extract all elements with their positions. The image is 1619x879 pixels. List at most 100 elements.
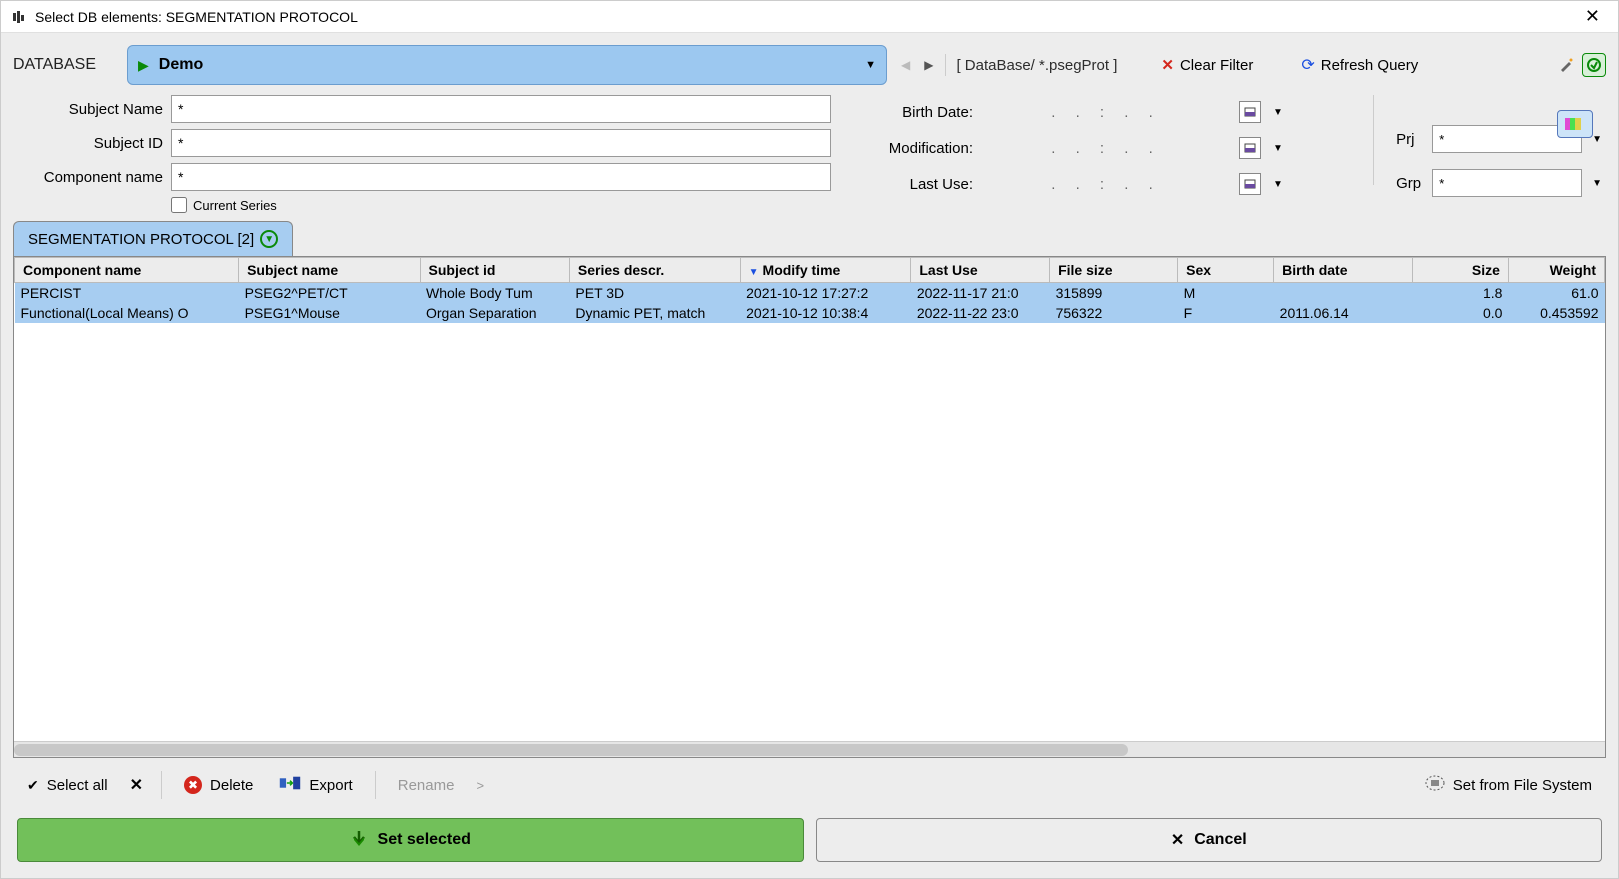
col-last-use[interactable]: Last Use	[911, 258, 1050, 283]
table-cell: Functional(Local Means) O	[15, 303, 239, 323]
set-from-fs-label: Set from File System	[1453, 777, 1592, 794]
project-group-panel: Prj ▼ Grp ▼	[1396, 95, 1606, 213]
database-row: DATABASE ▶ Demo ▼ ◀ ▶ [ DataBase/ *.pseg…	[13, 45, 1606, 85]
color-picker-icon[interactable]	[1557, 110, 1593, 138]
app-icon	[11, 9, 27, 25]
col-sex[interactable]: Sex	[1178, 258, 1274, 283]
table-row[interactable]: PERCISTPSEG2^PET/CTWhole Body TumPET 3D2…	[15, 283, 1605, 304]
table-cell: 2011.06.14	[1274, 303, 1413, 323]
close-icon[interactable]: ✕	[1577, 6, 1608, 27]
modification-dropdown-icon[interactable]: ▼	[1269, 139, 1287, 158]
table-cell: F	[1178, 303, 1274, 323]
set-from-fs-button[interactable]: Set from File System	[1421, 771, 1596, 799]
table-cell: 756322	[1050, 303, 1178, 323]
rename-arrow: >	[476, 778, 484, 793]
cancel-icon: ✕	[1171, 830, 1184, 850]
birth-date-calendar-icon[interactable]	[1239, 101, 1261, 123]
tab-dropdown-icon[interactable]: ▼	[260, 230, 278, 248]
config-icon[interactable]	[1582, 53, 1606, 77]
set-selected-button[interactable]: Set selected	[17, 818, 804, 862]
chevron-down-icon: ▼	[865, 59, 876, 71]
birth-date-label: Birth Date:	[873, 104, 973, 121]
table-cell: 2022-11-17 21:0	[911, 283, 1050, 304]
col-weight[interactable]: Weight	[1508, 258, 1604, 283]
sort-desc-icon: ▼	[749, 267, 759, 278]
dialog-buttons: Set selected ✕ Cancel	[13, 812, 1606, 866]
component-name-input[interactable]	[171, 163, 831, 191]
clear-filter-button[interactable]: ✕ Clear Filter	[1157, 52, 1257, 78]
grp-label: Grp	[1396, 175, 1426, 192]
table-cell: 0.453592	[1508, 303, 1604, 323]
delete-button[interactable]: ✖ Delete	[180, 772, 257, 798]
deselect-icon[interactable]: ✕	[130, 775, 143, 795]
prj-label: Prj	[1396, 131, 1426, 148]
tab-bar: SEGMENTATION PROTOCOL [2] ▼	[13, 221, 1606, 256]
last-use-dropdown-icon[interactable]: ▼	[1269, 175, 1287, 194]
export-icon	[279, 774, 301, 796]
table-body[interactable]: Component name Subject name Subject id S…	[14, 257, 1605, 741]
table-cell: 315899	[1050, 283, 1178, 304]
col-size[interactable]: Size	[1412, 258, 1508, 283]
nav-arrows: ◀ ▶	[897, 54, 946, 76]
grp-input[interactable]	[1432, 169, 1582, 197]
col-birth-date[interactable]: Birth date	[1274, 258, 1413, 283]
tab-label: SEGMENTATION PROTOCOL [2]	[28, 231, 254, 248]
table-cell: 2022-11-22 23:0	[911, 303, 1050, 323]
clear-icon: ✕	[1161, 56, 1174, 74]
separator	[375, 771, 376, 799]
subject-name-input[interactable]	[171, 95, 831, 123]
export-label: Export	[309, 777, 352, 794]
modification-value: . . : . .	[981, 140, 1231, 157]
scrollbar-thumb[interactable]	[14, 744, 1128, 756]
table-cell: 61.0	[1508, 283, 1604, 304]
modification-calendar-icon[interactable]	[1239, 137, 1261, 159]
modification-label: Modification:	[873, 140, 973, 157]
table-cell: 0.0	[1412, 303, 1508, 323]
cancel-label: Cancel	[1194, 831, 1246, 849]
set-selected-label: Set selected	[378, 831, 471, 849]
h-scrollbar[interactable]	[14, 741, 1605, 757]
nav-prev-icon[interactable]: ◀	[897, 54, 914, 76]
cancel-button[interactable]: ✕ Cancel	[816, 818, 1603, 862]
table-cell: PERCIST	[15, 283, 239, 304]
delete-icon: ✖	[184, 776, 202, 794]
current-series-checkbox[interactable]	[171, 197, 187, 213]
export-button[interactable]: Export	[275, 770, 356, 800]
database-path: [ DataBase/ *.psegProt ]	[956, 57, 1117, 74]
database-value: Demo	[159, 56, 203, 74]
select-all-label: Select all	[47, 777, 108, 794]
rename-label: Rename	[398, 777, 455, 794]
nav-next-icon[interactable]: ▶	[920, 54, 937, 76]
birth-date-value: . . : . .	[981, 104, 1231, 121]
filter-panel: Subject Name Subject ID Component name C…	[13, 95, 1606, 213]
last-use-calendar-icon[interactable]	[1239, 173, 1261, 195]
refresh-query-button[interactable]: ⟳ Refresh Query	[1297, 51, 1422, 79]
play-icon: ▶	[138, 57, 149, 74]
delete-label: Delete	[210, 777, 253, 794]
content-area: DATABASE ▶ Demo ▼ ◀ ▶ [ DataBase/ *.pseg…	[1, 33, 1618, 878]
col-modify-time[interactable]: ▼Modify time	[740, 258, 911, 283]
table-row[interactable]: Functional(Local Means) OPSEG1^MouseOrga…	[15, 303, 1605, 323]
wand-icon[interactable]	[1554, 53, 1578, 77]
col-subject-id[interactable]: Subject id	[420, 258, 569, 283]
col-series-descr[interactable]: Series descr.	[569, 258, 740, 283]
col-component-name[interactable]: Component name	[15, 258, 239, 283]
separator	[161, 771, 162, 799]
table-cell: PET 3D	[569, 283, 740, 304]
tab-segmentation-protocol[interactable]: SEGMENTATION PROTOCOL [2] ▼	[13, 221, 293, 256]
birth-date-dropdown-icon[interactable]: ▼	[1269, 103, 1287, 122]
arrow-down-icon	[350, 829, 368, 852]
grp-dropdown-icon[interactable]: ▼	[1588, 174, 1606, 193]
database-select[interactable]: ▶ Demo ▼	[127, 45, 887, 85]
table-cell: Whole Body Tum	[420, 283, 569, 304]
table-cell: PSEG1^Mouse	[239, 303, 420, 323]
refresh-icon: ⟳	[1301, 55, 1314, 75]
select-all-button[interactable]: ✔ Select all	[23, 773, 112, 798]
col-subject-name[interactable]: Subject name	[239, 258, 420, 283]
subject-id-input[interactable]	[171, 129, 831, 157]
window-title: Select DB elements: SEGMENTATION PROTOCO…	[35, 9, 1577, 25]
col-file-size[interactable]: File size	[1050, 258, 1178, 283]
table-header-row: Component name Subject name Subject id S…	[15, 258, 1605, 283]
refresh-query-label: Refresh Query	[1321, 57, 1419, 74]
database-label: DATABASE	[13, 56, 113, 74]
